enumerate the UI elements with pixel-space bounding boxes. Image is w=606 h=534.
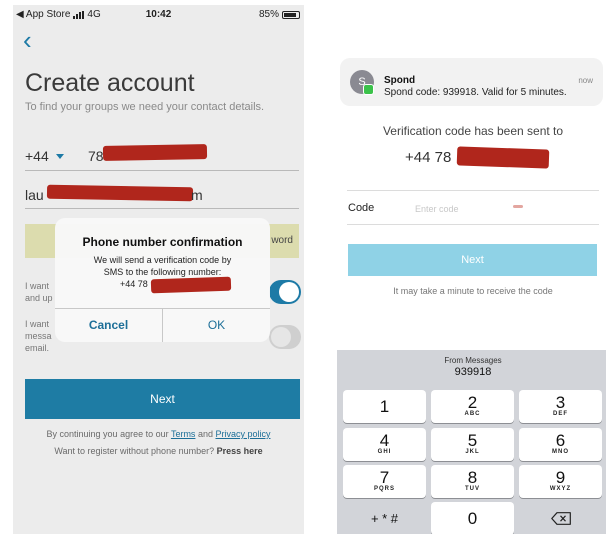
key-9[interactable]: 9 WXYZ (519, 465, 602, 498)
dialog-cancel-button[interactable]: Cancel (55, 308, 162, 342)
password-field-label: word (271, 235, 293, 246)
code-input[interactable] (415, 201, 535, 217)
key-letters: GHI (377, 449, 392, 455)
next-button[interactable]: Next (25, 379, 300, 419)
key-8[interactable]: 8 TUV (431, 465, 514, 498)
key-letters: MNO (552, 449, 569, 455)
dialog-ok-button[interactable]: OK (163, 308, 270, 342)
verification-sent-text: Verification code has been sent to (382, 124, 564, 138)
email-visible-prefix: lau (25, 187, 44, 203)
key-letters: WXYZ (549, 486, 572, 492)
phone-underline (25, 170, 299, 171)
redaction-mark (456, 146, 550, 169)
register-without-phone-text: Want to register without phone number? (54, 446, 217, 456)
key-digit: 4 (379, 431, 390, 450)
back-chevron-icon[interactable]: ‹ (23, 27, 43, 53)
key-0[interactable]: 0 (431, 502, 514, 534)
toggle2-text-line2: messa (25, 331, 52, 341)
key-letters: DEF (553, 411, 568, 417)
status-bar: ◀ App Store 4G 10:42 85% (13, 5, 304, 25)
battery-percent: 85% (258, 9, 279, 20)
notification-body: Spond code: 939918. Valid for 5 minutes. (384, 87, 567, 98)
press-here-link[interactable]: Press here (217, 446, 263, 456)
email-input[interactable]: lau (25, 187, 44, 203)
notification-sender: Spond (384, 75, 416, 86)
key-4[interactable]: 4 GHI (343, 428, 426, 461)
suggestion-source: From Messages (444, 356, 502, 365)
suggestion-code: 939918 (454, 366, 492, 378)
notifications-toggle[interactable] (269, 280, 301, 304)
key-letters: PQRS (373, 486, 395, 492)
dialog-message-line1: We will send a verification code by (93, 255, 232, 265)
email-messages-toggle[interactable] (269, 325, 301, 349)
redaction-mark (46, 184, 194, 202)
phone-number-input[interactable]: 78 (88, 148, 104, 164)
key-letters: JKL (465, 449, 480, 455)
dialog-phone-number: +44 78 (120, 279, 148, 289)
divider-top (347, 190, 599, 191)
next-button-disabled[interactable]: Next (348, 244, 597, 276)
phone-number-visible: 78 (88, 148, 104, 164)
status-right: 85% (259, 9, 300, 20)
toggle2-text-line3: email. (25, 343, 50, 353)
key-letters: TUV (465, 486, 480, 492)
page-subtitle: To find your groups we need your contact… (25, 101, 265, 113)
key-digit: 8 (467, 468, 478, 487)
sms-notification-banner[interactable]: S Spond now Spond code: 939918. Valid fo… (340, 58, 603, 106)
key-digit: 5 (467, 431, 478, 450)
agreement-text: By continuing you agree to our Terms and… (13, 429, 304, 439)
agreement-prefix: By continuing you agree to our (46, 429, 171, 439)
toggle1-text-line2: and up (25, 293, 53, 303)
register-without-phone: Want to register without phone number? P… (13, 446, 304, 456)
key-digit: 7 (379, 468, 390, 487)
redaction-mark (150, 276, 232, 294)
privacy-policy-link[interactable]: Privacy policy (215, 429, 270, 439)
delete-backspace-icon (551, 512, 571, 525)
code-label: Code (348, 202, 375, 214)
key-3[interactable]: 3 DEF (519, 390, 602, 423)
numeric-keyboard: From Messages 939918 1 2 ABC 3 DEF 4 GHI 5J… (337, 350, 606, 534)
email-underline (25, 208, 299, 209)
left-phone-screen: ◀ App Store 4G 10:42 85% ‹ Create accoun… (13, 5, 304, 534)
agreement-and: and (195, 429, 216, 439)
key-digit: + * # (370, 511, 399, 526)
divider-bottom (347, 224, 599, 225)
key-7[interactable]: 7 PQRS (343, 465, 426, 498)
terms-link[interactable]: Terms (171, 429, 196, 439)
battery-icon (282, 10, 300, 19)
key-1[interactable]: 1 (343, 390, 426, 423)
toggle1-text-line1: I want (25, 281, 50, 291)
key-digit: 1 (379, 397, 390, 416)
key-digit: 9 (555, 468, 566, 487)
key-digit: 6 (555, 431, 566, 450)
right-phone-screen: S Spond now Spond code: 939918. Valid fo… (337, 54, 606, 534)
messages-app-icon (363, 84, 374, 95)
key-digit: 3 (555, 393, 566, 412)
key-digit: 0 (467, 509, 478, 528)
key-6[interactable]: 6 MNO (519, 428, 602, 461)
country-code-select[interactable]: +44 (25, 148, 64, 164)
key-symbols[interactable]: + * # (343, 502, 426, 534)
country-code-value: +44 (25, 148, 49, 164)
dialog-title: Phone number confirmation (82, 235, 243, 249)
autofill-code-suggestion[interactable]: From Messages 939918 (337, 350, 606, 386)
key-2[interactable]: 2 ABC (431, 390, 514, 423)
code-delay-hint: It may take a minute to receive the code (393, 286, 553, 296)
notification-time: now (578, 76, 593, 85)
toggle-knob (279, 282, 299, 302)
key-digit: 2 (467, 393, 478, 412)
caret-down-icon (55, 153, 64, 159)
page-title: Create account (25, 69, 195, 97)
toggle-knob (271, 327, 291, 347)
key-5[interactable]: 5 JKL (431, 428, 514, 461)
verification-phone-number: +44 78 (405, 149, 452, 166)
key-letters: ABC (464, 411, 481, 417)
phone-confirmation-dialog: Phone number confirmation We will send a… (55, 218, 270, 342)
redaction-mark (102, 144, 208, 161)
email-visible-suffix: m (191, 187, 203, 203)
key-delete[interactable] (519, 502, 602, 534)
text-cursor-mark (513, 205, 523, 208)
dialog-message-line2: SMS to the following number: (103, 267, 222, 277)
toggle2-text-line1: I want (25, 319, 50, 329)
